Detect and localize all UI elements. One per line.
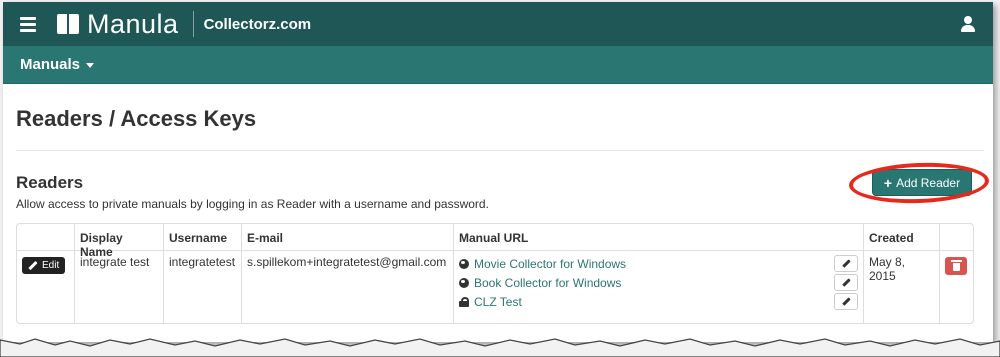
email-cell: s.spillekom+integratetest@gmail.com bbox=[242, 251, 454, 323]
edit-manual-access-button[interactable] bbox=[834, 274, 858, 291]
user-icon[interactable] bbox=[961, 16, 975, 32]
book-icon bbox=[57, 14, 79, 34]
delete-reader-button[interactable] bbox=[945, 257, 967, 275]
add-reader-label: Add Reader bbox=[896, 175, 961, 190]
display-name-cell: integrate test bbox=[75, 251, 164, 323]
delete-cell bbox=[940, 251, 973, 323]
pencil-icon bbox=[841, 278, 851, 287]
table-row: Edit integrate test integratetest s.spil… bbox=[17, 251, 973, 323]
header-created: Created bbox=[864, 224, 940, 250]
pencil-icon bbox=[841, 297, 851, 306]
edit-manual-access-button[interactable] bbox=[834, 255, 858, 272]
app-name: Manula bbox=[87, 8, 179, 39]
caret-down-icon bbox=[86, 62, 95, 68]
readers-description: Allow access to private manuals by loggi… bbox=[16, 197, 489, 211]
manual-url-cell: Movie Collector for Windows Book Collect… bbox=[454, 251, 864, 323]
manual-link[interactable]: Movie Collector for Windows bbox=[474, 257, 626, 271]
torn-edge bbox=[0, 338, 1000, 357]
manual-url-item: Book Collector for Windows bbox=[459, 272, 858, 293]
manuals-dropdown[interactable]: Manuals bbox=[20, 56, 95, 73]
plus-icon: + bbox=[883, 174, 893, 191]
globe-icon bbox=[459, 258, 469, 269]
readers-section-title: Readers bbox=[16, 173, 84, 192]
pencil-icon bbox=[28, 260, 38, 271]
brand-divider bbox=[192, 11, 194, 37]
add-reader-button[interactable]: + Add Reader bbox=[872, 169, 972, 196]
manual-url-item: Movie Collector for Windows bbox=[459, 253, 858, 274]
edit-reader-button[interactable]: Edit bbox=[22, 257, 66, 274]
header-display-name: Display Name bbox=[75, 224, 164, 259]
hamburger-menu-icon[interactable] bbox=[20, 16, 36, 32]
lock-icon bbox=[459, 296, 469, 307]
top-navbar: Manula Collectorz.com bbox=[3, 2, 993, 46]
title-divider bbox=[16, 150, 984, 151]
page-title: Readers / Access Keys bbox=[16, 106, 257, 131]
edit-label: Edit bbox=[42, 260, 60, 271]
globe-icon bbox=[459, 277, 469, 288]
app-logo[interactable]: Manula bbox=[57, 9, 179, 40]
username-cell: integratetest bbox=[164, 251, 242, 323]
manuals-dropdown-label: Manuals bbox=[20, 56, 81, 73]
pencil-icon bbox=[841, 259, 851, 268]
edit-manual-access-button[interactable] bbox=[834, 293, 858, 310]
header-email: E-mail bbox=[242, 224, 454, 250]
actions-cell: Edit bbox=[17, 251, 75, 323]
created-cell: May 8, 2015 bbox=[864, 251, 940, 323]
header-manual-url: Manual URL bbox=[454, 224, 864, 250]
readers-table: Display Name Username E-mail Manual URL … bbox=[16, 223, 974, 324]
header-delete bbox=[940, 224, 973, 250]
header-actions bbox=[17, 224, 75, 250]
manual-link[interactable]: Book Collector for Windows bbox=[474, 276, 621, 290]
manual-link[interactable]: CLZ Test bbox=[474, 295, 522, 309]
table-header-row: Display Name Username E-mail Manual URL … bbox=[17, 224, 973, 259]
company-name: Collectorz.com bbox=[203, 15, 312, 33]
manual-url-item: CLZ Test bbox=[459, 291, 858, 312]
trash-icon bbox=[950, 260, 962, 271]
sub-navbar: Manuals bbox=[3, 46, 993, 84]
header-username: Username bbox=[164, 224, 242, 250]
